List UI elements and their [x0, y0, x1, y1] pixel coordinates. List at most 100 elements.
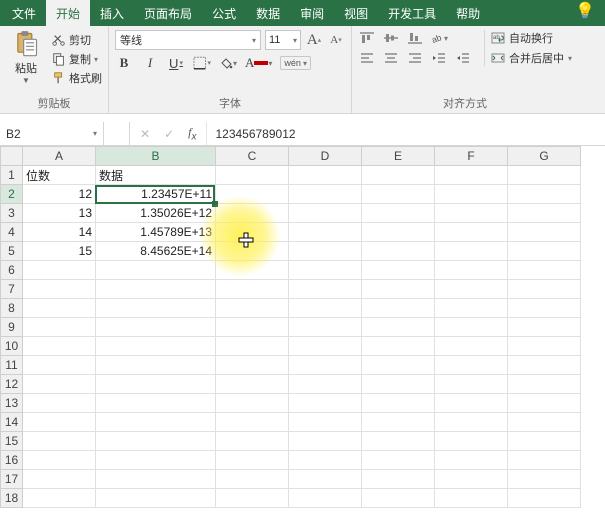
- cell-G17[interactable]: [508, 470, 581, 489]
- cell-F9[interactable]: [435, 318, 508, 337]
- italic-button[interactable]: I: [141, 54, 159, 72]
- cell-D17[interactable]: [289, 470, 362, 489]
- row-header-7[interactable]: 7: [1, 280, 23, 299]
- cell-E5[interactable]: [362, 242, 435, 261]
- cell-B2[interactable]: 1.23457E+11: [96, 185, 216, 204]
- cell-G4[interactable]: [508, 223, 581, 242]
- cell-E1[interactable]: [362, 166, 435, 185]
- cell-F17[interactable]: [435, 470, 508, 489]
- decrease-font-button[interactable]: A▾: [327, 31, 345, 49]
- cell-E13[interactable]: [362, 394, 435, 413]
- cell-C7[interactable]: [216, 280, 289, 299]
- row-header-17[interactable]: 17: [1, 470, 23, 489]
- cell-D11[interactable]: [289, 356, 362, 375]
- cell-B10[interactable]: [96, 337, 216, 356]
- cell-G5[interactable]: [508, 242, 581, 261]
- cell-C5[interactable]: [216, 242, 289, 261]
- cell-A6[interactable]: [23, 261, 96, 280]
- cell-D10[interactable]: [289, 337, 362, 356]
- cell-D12[interactable]: [289, 375, 362, 394]
- cell-B12[interactable]: [96, 375, 216, 394]
- cell-F7[interactable]: [435, 280, 508, 299]
- align-bottom-button[interactable]: [406, 30, 424, 46]
- name-box[interactable]: B2 ▾: [0, 122, 104, 145]
- cell-B4[interactable]: 1.45789E+13: [96, 223, 216, 242]
- cell-G13[interactable]: [508, 394, 581, 413]
- cell-D14[interactable]: [289, 413, 362, 432]
- cell-D1[interactable]: [289, 166, 362, 185]
- tab-layout[interactable]: 页面布局: [134, 0, 202, 26]
- cell-A12[interactable]: [23, 375, 96, 394]
- row-header-18[interactable]: 18: [1, 489, 23, 508]
- cell-D6[interactable]: [289, 261, 362, 280]
- row-header-15[interactable]: 15: [1, 432, 23, 451]
- cell-F15[interactable]: [435, 432, 508, 451]
- cell-B15[interactable]: [96, 432, 216, 451]
- tab-home[interactable]: 开始: [46, 0, 90, 26]
- row-header-1[interactable]: 1: [1, 166, 23, 185]
- cell-C8[interactable]: [216, 299, 289, 318]
- cell-B8[interactable]: [96, 299, 216, 318]
- enter-formula-button[interactable]: ✓: [164, 127, 174, 141]
- col-header-G[interactable]: G: [508, 147, 581, 166]
- tab-formulas[interactable]: 公式: [202, 0, 246, 26]
- underline-button[interactable]: U▾: [167, 54, 185, 72]
- cell-G12[interactable]: [508, 375, 581, 394]
- cell-A2[interactable]: 12: [23, 185, 96, 204]
- tab-data[interactable]: 数据: [246, 0, 290, 26]
- cell-F11[interactable]: [435, 356, 508, 375]
- cell-A8[interactable]: [23, 299, 96, 318]
- cell-G18[interactable]: [508, 489, 581, 508]
- cell-F2[interactable]: [435, 185, 508, 204]
- cell-A4[interactable]: 14: [23, 223, 96, 242]
- cell-G16[interactable]: [508, 451, 581, 470]
- cell-A18[interactable]: [23, 489, 96, 508]
- cell-A7[interactable]: [23, 280, 96, 299]
- tab-dev[interactable]: 开发工具: [378, 0, 446, 26]
- cell-F3[interactable]: [435, 204, 508, 223]
- cell-G7[interactable]: [508, 280, 581, 299]
- cell-E15[interactable]: [362, 432, 435, 451]
- copy-button[interactable]: 复制 ▾: [52, 51, 102, 67]
- cell-C1[interactable]: [216, 166, 289, 185]
- cell-C17[interactable]: [216, 470, 289, 489]
- align-top-button[interactable]: [358, 30, 376, 46]
- cell-A14[interactable]: [23, 413, 96, 432]
- tab-file[interactable]: 文件: [2, 0, 46, 26]
- align-right-button[interactable]: [406, 50, 424, 66]
- cell-A15[interactable]: [23, 432, 96, 451]
- col-header-A[interactable]: A: [23, 147, 96, 166]
- cell-B16[interactable]: [96, 451, 216, 470]
- cell-A9[interactable]: [23, 318, 96, 337]
- cell-E7[interactable]: [362, 280, 435, 299]
- tab-view[interactable]: 视图: [334, 0, 378, 26]
- cancel-formula-button[interactable]: ✕: [140, 127, 150, 141]
- row-header-8[interactable]: 8: [1, 299, 23, 318]
- row-header-2[interactable]: 2: [1, 185, 23, 204]
- cell-G8[interactable]: [508, 299, 581, 318]
- cell-F10[interactable]: [435, 337, 508, 356]
- tab-insert[interactable]: 插入: [90, 0, 134, 26]
- cell-B3[interactable]: 1.35026E+12: [96, 204, 216, 223]
- cell-D15[interactable]: [289, 432, 362, 451]
- cell-A3[interactable]: 13: [23, 204, 96, 223]
- cell-C16[interactable]: [216, 451, 289, 470]
- cell-B18[interactable]: [96, 489, 216, 508]
- cell-C6[interactable]: [216, 261, 289, 280]
- row-header-5[interactable]: 5: [1, 242, 23, 261]
- font-color-button[interactable]: A ▾: [245, 55, 272, 71]
- row-header-3[interactable]: 3: [1, 204, 23, 223]
- cell-E4[interactable]: [362, 223, 435, 242]
- row-header-12[interactable]: 12: [1, 375, 23, 394]
- cell-B14[interactable]: [96, 413, 216, 432]
- insert-function-button[interactable]: fx: [188, 125, 196, 142]
- cell-D13[interactable]: [289, 394, 362, 413]
- tab-help[interactable]: 帮助: [446, 0, 490, 26]
- cell-C2[interactable]: [216, 185, 289, 204]
- cell-B13[interactable]: [96, 394, 216, 413]
- cell-A16[interactable]: [23, 451, 96, 470]
- cell-A11[interactable]: [23, 356, 96, 375]
- bold-button[interactable]: B: [115, 54, 133, 72]
- cell-E6[interactable]: [362, 261, 435, 280]
- cell-E3[interactable]: [362, 204, 435, 223]
